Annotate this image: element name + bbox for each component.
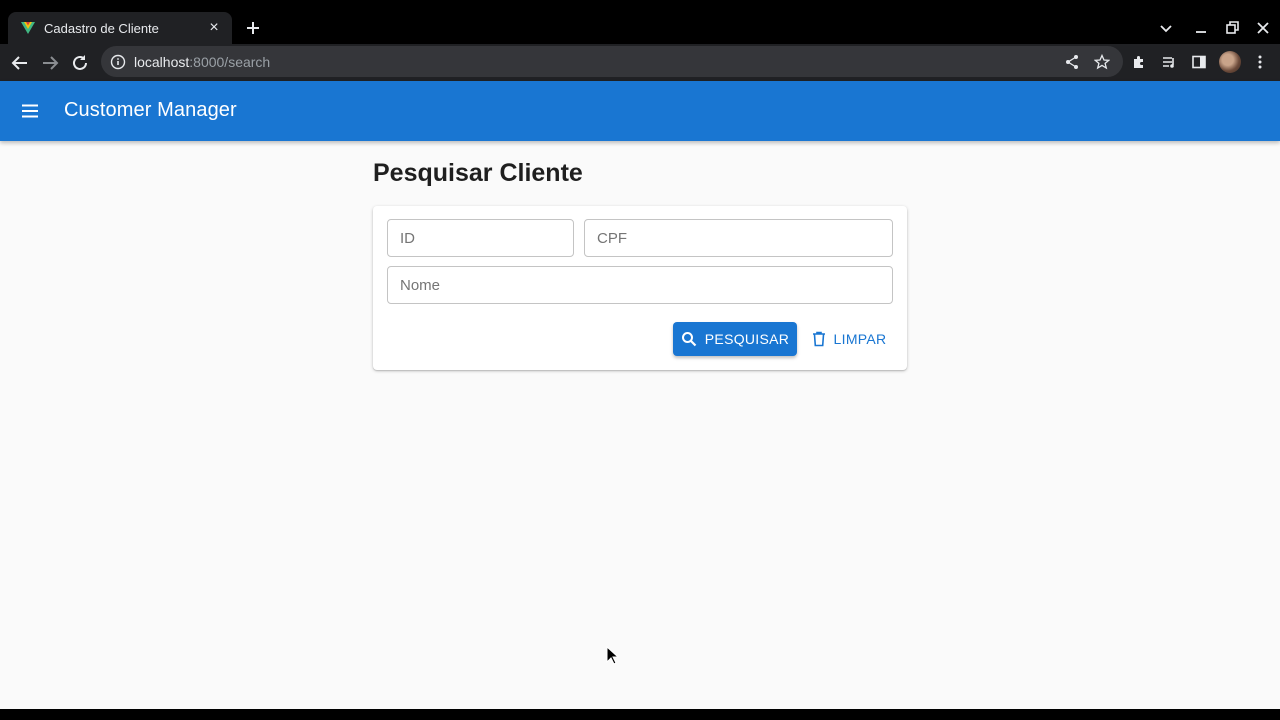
search-button[interactable]: PESQUISAR <box>673 322 797 356</box>
media-queue-icon[interactable] <box>1157 50 1181 74</box>
page-title: Pesquisar Cliente <box>373 159 583 187</box>
browser-tab-strip: Cadastro de Cliente × <box>0 0 1280 44</box>
bookmark-star-icon[interactable] <box>1092 52 1112 72</box>
app-bar: Customer Manager <box>0 81 1280 141</box>
url-text: localhost:8000/search <box>134 54 270 70</box>
clear-button-label: LIMPAR <box>833 331 887 347</box>
url-path: :8000/search <box>189 53 271 70</box>
trash-icon <box>812 331 825 347</box>
menu-icon[interactable] <box>18 99 42 123</box>
mouse-cursor-icon <box>606 646 620 665</box>
reload-icon[interactable] <box>68 51 92 75</box>
search-form-card: PESQUISAR LIMPAR <box>373 206 907 370</box>
nome-input[interactable] <box>387 266 893 304</box>
back-icon[interactable] <box>8 51 32 75</box>
tab-close-icon[interactable]: × <box>206 20 222 36</box>
app-title: Customer Manager <box>64 99 237 121</box>
extensions-icon[interactable] <box>1127 50 1151 74</box>
share-icon[interactable] <box>1062 52 1082 72</box>
window-close-icon[interactable] <box>1252 17 1274 39</box>
address-bar[interactable]: localhost:8000/search <box>101 46 1123 77</box>
search-icon <box>681 332 697 347</box>
profile-avatar[interactable] <box>1219 51 1241 73</box>
side-panel-icon[interactable] <box>1187 50 1211 74</box>
forward-icon[interactable] <box>38 51 62 75</box>
cpf-input[interactable] <box>584 219 893 257</box>
browser-tab[interactable]: Cadastro de Cliente × <box>8 12 232 44</box>
tab-title: Cadastro de Cliente <box>44 20 159 36</box>
id-input[interactable] <box>387 219 574 257</box>
url-host: localhost <box>134 53 190 70</box>
restore-icon[interactable] <box>1221 17 1243 39</box>
browser-menu-icon[interactable] <box>1248 50 1272 74</box>
site-info-icon[interactable] <box>110 54 126 70</box>
clear-button[interactable]: LIMPAR <box>805 322 893 356</box>
minimize-icon[interactable] <box>1190 17 1212 39</box>
tab-search-chevron-icon[interactable] <box>1155 17 1177 39</box>
new-tab-icon[interactable] <box>242 17 264 39</box>
vue-logo-icon <box>21 22 35 34</box>
screen-bottom-edge <box>0 709 1280 720</box>
search-button-label: PESQUISAR <box>704 331 790 347</box>
page-viewport: Customer Manager Pesquisar Cliente PESQU… <box>0 81 1280 709</box>
